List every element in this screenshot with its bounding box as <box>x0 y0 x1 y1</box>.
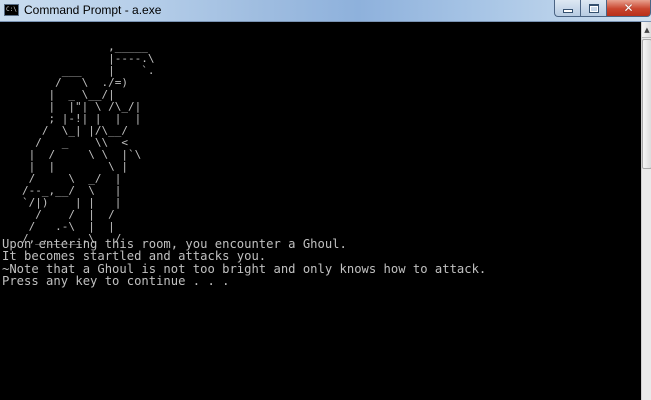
console-messages: Upon entering this room, you encounter a… <box>2 238 486 287</box>
ghoul-ascii-art: ,_____ |----.\ ___ | `. / \ ./=) | _ \__… <box>22 40 155 245</box>
maximize-button[interactable] <box>580 0 606 17</box>
command-prompt-window: C:\ Command Prompt - a.exe ✕ ,_____ |---… <box>0 0 651 400</box>
title-bar[interactable]: C:\ Command Prompt - a.exe ✕ <box>0 0 651 22</box>
console-output-area[interactable]: ,_____ |----.\ ___ | `. / \ ./=) | _ \__… <box>0 22 641 400</box>
message-line-continue-prompt: Press any key to continue . . . <box>2 273 230 288</box>
minimize-icon <box>562 9 573 13</box>
window-controls: ✕ <box>554 0 651 18</box>
console-app-icon: C:\ <box>4 4 19 16</box>
close-button[interactable]: ✕ <box>606 0 651 17</box>
close-icon: ✕ <box>623 1 634 15</box>
scroll-up-button[interactable]: ▲ <box>642 22 651 38</box>
minimize-button[interactable] <box>554 0 580 17</box>
chevron-up-icon: ▲ <box>644 25 650 34</box>
vertical-scrollbar[interactable]: ▲ <box>641 22 651 400</box>
window-title: Command Prompt - a.exe <box>24 3 162 17</box>
scrollbar-thumb[interactable] <box>642 39 651 169</box>
maximize-icon <box>588 3 599 13</box>
